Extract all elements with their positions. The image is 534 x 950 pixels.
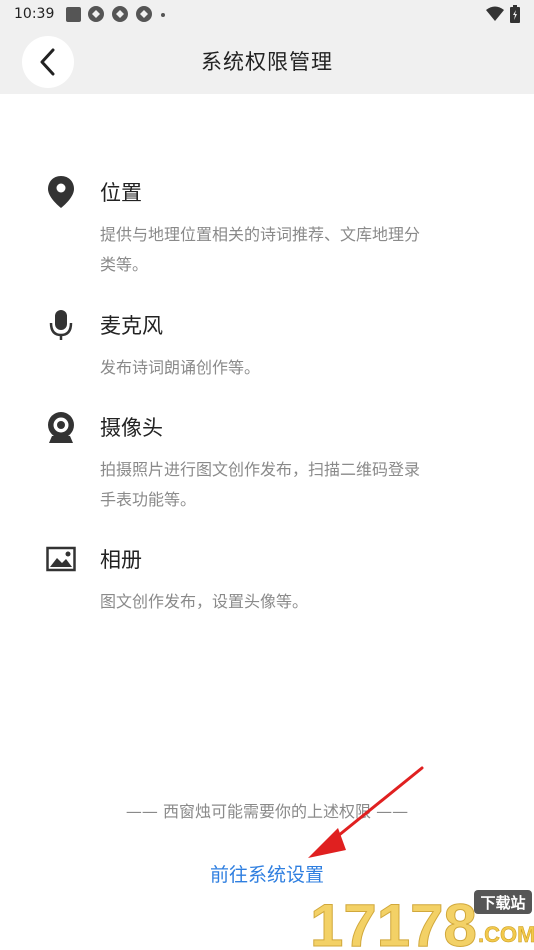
permission-title: 麦克风 — [100, 314, 163, 338]
screen: 10:39 系统权限管理 位置 提供与地理位置相关的诗词推荐、文库地理分 类等。… — [0, 0, 534, 950]
permission-description: 发布诗词朗诵创作等。 — [100, 353, 500, 383]
battery-icon — [510, 5, 520, 23]
description-line: 类等。 — [100, 255, 149, 274]
svg-text:下载站: 下载站 — [480, 894, 525, 912]
description-line: 提供与地理位置相关的诗词推荐、文库地理分 — [100, 225, 421, 244]
app-icon — [136, 6, 153, 22]
watermark-logo: 17178 下载站 .COM — [310, 890, 534, 950]
image-album-icon — [44, 542, 78, 576]
status-time: 10:39 — [14, 6, 55, 22]
description-line: 图文创作发布，设置头像等。 — [100, 592, 309, 611]
page-title: 系统权限管理 — [201, 50, 333, 74]
permission-description: 拍摄照片进行图文创作发布，扫描二维码登录 手表功能等。 — [100, 455, 500, 515]
permission-description: 图文创作发布，设置头像等。 — [100, 587, 500, 617]
location-pin-icon — [44, 175, 78, 209]
app-icon — [112, 6, 129, 22]
dot-icon — [161, 13, 166, 17]
wifi-icon — [486, 6, 504, 21]
permission-title: 摄像头 — [100, 416, 163, 440]
permission-description: 提供与地理位置相关的诗词推荐、文库地理分 类等。 — [100, 220, 500, 280]
status-right-icons — [486, 5, 520, 23]
status-bar: 10:39 — [0, 0, 534, 28]
back-button[interactable] — [22, 36, 74, 88]
permission-title: 位置 — [100, 181, 142, 205]
app-icon — [88, 6, 105, 22]
description-line: 拍摄照片进行图文创作发布，扫描二维码登录 — [100, 460, 421, 479]
camera-icon — [44, 410, 78, 444]
microphone-icon — [44, 308, 78, 342]
description-line: 手表功能等。 — [100, 490, 197, 509]
square-notification-icon — [66, 6, 82, 22]
status-notification-icons — [66, 5, 167, 23]
svg-text:17178: 17178 — [310, 892, 477, 950]
permission-notice: —— 西窗烛可能需要你的上述权限 —— — [125, 802, 409, 821]
goto-system-settings-link[interactable]: 前往系统设置 — [0, 860, 534, 887]
svg-text:.COM: .COM — [478, 922, 534, 947]
permission-title: 相册 — [100, 548, 142, 572]
annotation-arrow — [308, 766, 424, 858]
app-header: 系统权限管理 — [0, 28, 534, 94]
description-line: 发布诗词朗诵创作等。 — [100, 358, 261, 377]
chevron-left-icon — [40, 48, 55, 76]
